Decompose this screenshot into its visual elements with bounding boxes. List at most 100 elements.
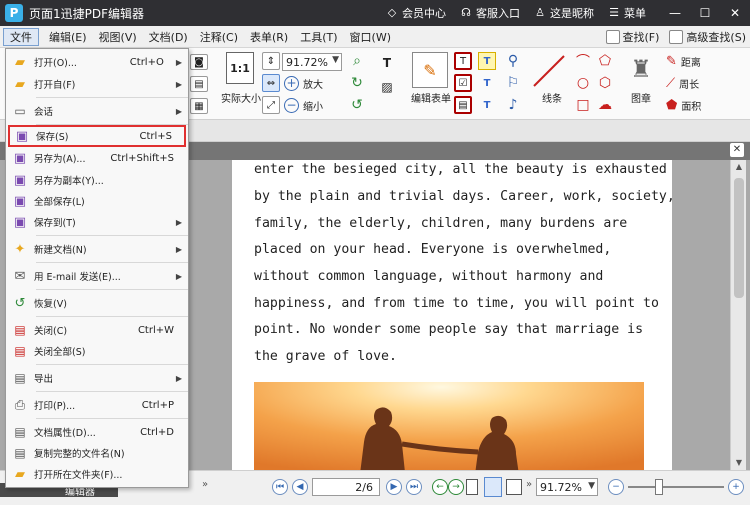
status-zoom-out-button[interactable]: − [608,479,624,495]
edit-form-label[interactable]: 编辑表单 [408,90,454,105]
menu-form[interactable]: 表单(R) [244,27,294,47]
menu-open-from[interactable]: ▰ 打开自(F) ▶ [8,74,186,94]
form-list-icon[interactable]: ▤ [454,96,472,114]
expand-chevron-icon[interactable]: » [202,479,208,490]
menu-session[interactable]: ▭ 会话 ▶ [8,101,186,121]
support-link[interactable]: ☊ 客服入口 [460,5,520,21]
actual-size-icon[interactable]: 1:1 [226,52,254,84]
form-checkbox-icon[interactable]: ☑ [454,74,472,92]
menu-save-all[interactable]: ▣ 全部保存(L) [8,191,186,211]
next-page-button[interactable]: ▶ [386,479,402,495]
forward-button[interactable]: → [448,479,464,495]
zoom-slider-track[interactable] [628,486,724,488]
menu-copy-filename[interactable]: ▤ 复制完整的文件名(N) [8,443,186,463]
image-edit-icon[interactable]: ▨ [378,78,396,96]
advanced-find-button[interactable]: 高级查找(S) [669,29,746,45]
status-zoom-select[interactable]: 91.72% ▼ [536,478,598,496]
scroll-up-icon[interactable]: ▲ [731,160,747,174]
menu-close-all[interactable]: ▤ 关闭全部(S) [8,341,186,361]
single-page-icon[interactable] [466,479,478,495]
stamp-icon[interactable]: ♜ [624,52,658,86]
typewriter-icon[interactable]: T [478,52,496,70]
maximize-button[interactable]: ☐ [690,0,720,26]
last-page-button[interactable]: ⏭ [406,479,422,495]
back-button[interactable]: ← [432,479,448,495]
polygon-tool-icon[interactable]: ⬡ [596,74,614,92]
vertical-scrollbar[interactable]: ▲ ▼ [730,160,746,470]
edit-form-icon[interactable]: ✎ [412,52,448,88]
facing-page-icon[interactable] [506,479,522,495]
menu-tools[interactable]: 工具(T) [294,27,343,47]
menu-new-document[interactable]: ✦ 新建文档(N) ▶ [8,239,186,259]
status-zoom-in-button[interactable]: + [728,479,744,495]
cloud-tool-icon[interactable]: ☁ [596,96,614,114]
zoom-select[interactable]: 91.72% ▼ [282,53,342,71]
vip-center-link[interactable]: ◇ 会员中心 [386,5,446,21]
menu-save-copy[interactable]: ▣ 另存为副本(Y)... [8,170,186,190]
menu-window[interactable]: 窗口(W) [344,27,397,47]
line-tool-icon[interactable] [532,54,566,88]
menu-open-folder[interactable]: ▰ 打开所在文件夹(F)... [8,464,186,484]
textbox-icon[interactable]: T [478,74,496,92]
stamp-label[interactable]: 图章 [624,90,658,105]
find-button[interactable]: 查找(F) [605,29,659,45]
rectangle-tool-icon[interactable]: □ [574,96,592,114]
menu-doc-properties[interactable]: ▤ 文档属性(D)... Ctrl+D [8,422,186,442]
first-page-button[interactable]: ⏮ [272,479,288,495]
menu-save-to[interactable]: ▣ 保存到(T) ▶ [8,212,186,232]
prev-page-button[interactable]: ◀ [292,479,308,495]
zoom-out-button[interactable]: − 缩小 [284,96,338,114]
close-button[interactable]: ✕ [720,0,750,26]
menu-save-as[interactable]: ▣ 另存为(A)... Ctrl+Shift+S [8,148,186,168]
menu-export[interactable]: ▤ 导出 ▶ [8,368,186,388]
pdf-page[interactable]: enter the besieged city, all the beauty … [232,160,675,470]
actual-size-label[interactable]: 实际大小 [218,90,264,105]
menu-comment[interactable]: 注释(C) [194,27,244,47]
view-more-icon[interactable]: » [526,479,532,490]
fit-visible-icon[interactable]: ⤢ [262,96,280,114]
distance-tool[interactable]: ✎ 距离 [666,52,732,70]
menu-open[interactable]: ▰ 打开(O)... Ctrl+O ▶ [8,52,186,72]
callout-icon[interactable]: T [478,96,496,114]
menu-save-copy-label: 另存为副本(Y)... [34,176,104,187]
scroll-down-icon[interactable]: ▼ [731,456,747,470]
select-tool-icon[interactable]: ▤ [190,76,208,92]
rotate-right-icon[interactable]: ↻ [348,74,366,92]
pentagon-tool-icon[interactable]: ⬠ [596,52,614,70]
menu-save[interactable]: ▣ 保存(S) Ctrl+S [8,125,186,147]
rotate-left-icon[interactable]: ↺ [348,96,366,114]
menu-document[interactable]: 文档(D) [143,27,194,47]
menu-restore[interactable]: ↺ 恢复(V) [8,293,186,313]
sound-icon[interactable]: ♪ [504,96,522,114]
arc-tool-icon[interactable]: ⌒ [574,52,592,70]
fit-width-icon[interactable]: ⇔ [262,74,280,92]
menu-print[interactable]: ⎙ 打印(P)... Ctrl+P [8,395,186,415]
menu-view[interactable]: 视图(V) [93,27,143,47]
menu-file[interactable]: 文件 [3,27,39,46]
zoom-in-button[interactable]: + 放大 [284,74,338,92]
camera-icon[interactable]: ◙ [190,54,208,70]
fit-page-icon[interactable]: ⇕ [262,52,280,70]
extract-icon[interactable]: ▦ [190,98,208,114]
lines-label[interactable]: 线条 [536,90,568,105]
zoom-slider-knob[interactable] [655,479,663,495]
magnifier-icon[interactable]: ⌕ [348,52,366,70]
text-edit-icon[interactable]: T [378,54,396,72]
continuous-page-icon[interactable] [484,477,502,497]
menu-close[interactable]: ▤ 关闭(C) Ctrl+W [8,320,186,340]
area-label: 面积 [681,101,702,113]
form-textfield-icon[interactable]: T [454,52,472,70]
area-tool[interactable]: ⬟ 面积 [666,96,732,114]
menu-email[interactable]: ✉ 用 E-mail 发送(E)... ▶ [8,266,186,286]
attach-icon[interactable]: ⚲ [504,52,522,70]
close-document-icon[interactable]: ✕ [730,143,744,157]
menu-edit[interactable]: 编辑(E) [43,27,93,47]
main-menu-link[interactable]: ☰ 菜单 [608,5,646,21]
pin-icon[interactable]: ⚐ [504,74,522,92]
perimeter-tool[interactable]: ⟋ 周长 [666,74,732,92]
page-number-input[interactable]: 2/6 [312,478,380,496]
ellipse-tool-icon[interactable]: ○ [574,74,592,92]
user-link[interactable]: ♙ 这是昵称 [534,5,594,21]
scroll-thumb[interactable] [734,178,744,298]
minimize-button[interactable]: — [660,0,690,26]
